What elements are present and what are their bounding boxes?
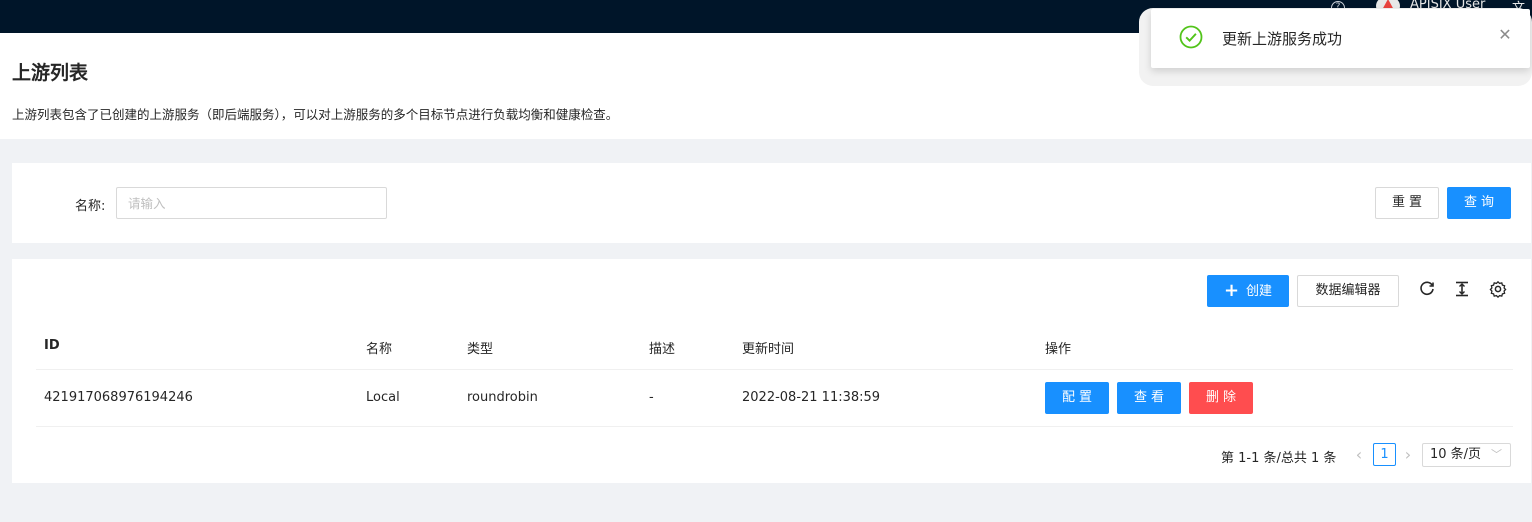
page-title: 上游列表 <box>12 62 89 84</box>
cell-id: 421917068976194246 <box>44 390 193 405</box>
upstream-table-card: + 创建 数据编辑器 ID 名称 类型 描述 更新时间 操作 4219170689… <box>12 259 1531 483</box>
query-button[interactable]: 查询 <box>1447 187 1511 219</box>
page-size-value: 10 条/页 <box>1430 447 1482 462</box>
setting-icon[interactable] <box>1489 280 1507 298</box>
column-header-type: 类型 <box>467 342 494 357</box>
row-divider <box>36 426 1513 427</box>
cell-desc: - <box>649 390 654 405</box>
search-form: 名称: 重置 查询 <box>12 163 1531 243</box>
configure-button[interactable]: 配置 <box>1045 382 1109 414</box>
page-size-select[interactable]: 10 条/页 ﹀ <box>1422 443 1511 467</box>
column-header-actions: 操作 <box>1045 342 1072 357</box>
create-button[interactable]: + 创建 <box>1207 275 1289 307</box>
reset-button[interactable]: 重置 <box>1375 187 1439 219</box>
column-height-icon[interactable] <box>1453 280 1471 298</box>
delete-button[interactable]: 删除 <box>1189 382 1253 414</box>
name-label: 名称: <box>75 199 106 214</box>
create-button-label: 创建 <box>1246 284 1273 299</box>
column-header-updated: 更新时间 <box>742 342 795 357</box>
pagination-total: 第 1-1 条/总共 1 条 <box>1221 451 1337 466</box>
cell-name: Local <box>366 390 400 405</box>
view-button[interactable]: 查看 <box>1117 382 1181 414</box>
chevron-down-icon: ﹀ <box>1491 448 1502 461</box>
page-item-1[interactable]: 1 <box>1373 443 1396 466</box>
column-header-desc: 描述 <box>649 342 676 357</box>
column-header-name: 名称 <box>366 342 393 357</box>
name-search-input[interactable] <box>116 187 387 219</box>
reload-icon[interactable] <box>1418 280 1436 298</box>
plus-icon: + <box>1223 280 1240 301</box>
column-header-id: ID <box>44 338 60 353</box>
next-page-icon[interactable]: › <box>1401 445 1415 465</box>
prev-page-icon[interactable]: ‹ <box>1352 445 1366 465</box>
check-circle-icon <box>1179 25 1203 49</box>
page-description: 上游列表包含了已创建的上游服务（即后端服务），可以对上游服务的多个目标节点进行负… <box>12 107 619 122</box>
close-icon[interactable]: ✕ <box>1498 26 1512 44</box>
header-divider <box>36 369 1513 370</box>
cell-updated: 2022-08-21 11:38:59 <box>742 390 881 405</box>
data-editor-button[interactable]: 数据编辑器 <box>1297 275 1399 307</box>
notification-message: 更新上游服务成功 <box>1222 30 1343 48</box>
success-notification: 更新上游服务成功 ✕ <box>1151 9 1530 68</box>
cell-type: roundrobin <box>467 390 538 405</box>
